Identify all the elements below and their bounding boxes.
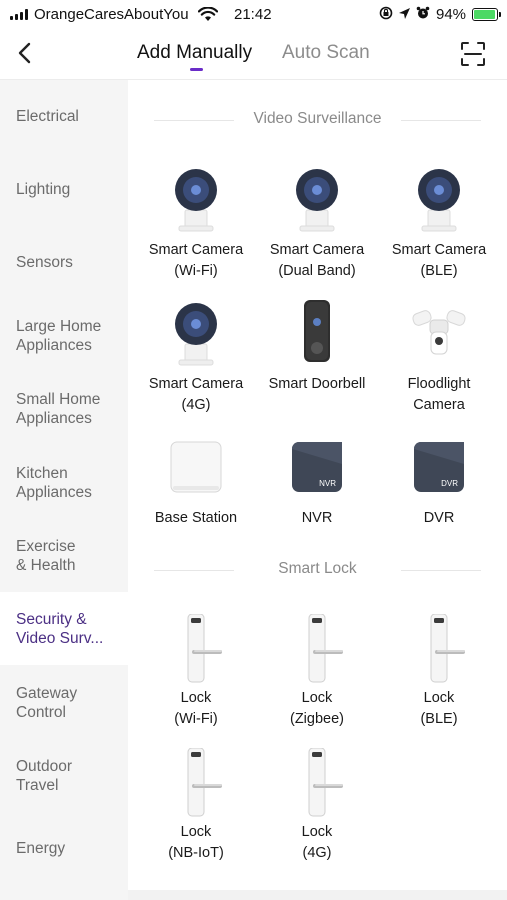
sidebar-item-label: Gateway Control <box>16 684 78 721</box>
device-floodlight-camera[interactable]: Floodlight Camera <box>377 300 501 416</box>
wifi-icon <box>198 7 218 21</box>
device-label: NVR <box>301 510 333 526</box>
lock-icon <box>282 613 352 684</box>
device-base-station[interactable]: Base Station <box>134 434 258 529</box>
sidebar-item-exercise-health[interactable]: Exercise & Health <box>0 519 128 592</box>
lock-icon <box>404 613 474 684</box>
device-label: Smart Doorbell <box>268 376 366 392</box>
device-label: Floodlight Camera <box>407 376 471 413</box>
device-label: Smart Camera (4G) <box>148 376 244 413</box>
sidebar-item-label: Security & Video Surv... <box>16 610 104 647</box>
device-smart-doorbell[interactable]: Smart Doorbell <box>255 300 379 395</box>
status-bar: OrangeCaresAboutYou 21:42 94% <box>0 0 507 30</box>
device-lock-4g[interactable]: Lock (4G) <box>255 747 379 864</box>
section-title-video-surveillance: Video Surveillance <box>128 110 507 128</box>
sidebar-item-gateway-control[interactable]: Gateway Control <box>0 666 128 739</box>
sidebar-item-label: Small Home Appliances <box>16 390 101 427</box>
sidebar-item-label: Electrical <box>16 108 79 125</box>
lock-icon <box>161 613 231 684</box>
device-label: Lock (BLE) <box>420 690 458 727</box>
device-smart-camera-4g[interactable]: Smart Camera (4G) <box>134 300 258 416</box>
active-tab-indicator <box>190 68 203 71</box>
nvr-icon: NVR <box>282 434 352 504</box>
sidebar-item-outdoor-travel[interactable]: Outdoor Travel <box>0 739 128 812</box>
floodlight-camera-icon <box>404 300 474 370</box>
lock-icon <box>161 747 231 818</box>
sidebar-item-label: Kitchen Appliances <box>16 464 92 501</box>
sidebar-item-kitchen-appliances[interactable]: Kitchen Appliances <box>0 446 128 519</box>
device-smart-camera-wifi[interactable]: Smart Camera (Wi-Fi) <box>134 166 258 282</box>
chevron-left-icon[interactable] <box>14 40 38 66</box>
sidebar-item-label: Outdoor Travel <box>16 757 73 794</box>
nvr-badge: NVR <box>319 479 336 488</box>
device-dvr[interactable]: DVR DVR <box>377 434 501 529</box>
device-label: Smart Camera (Wi-Fi) <box>148 242 244 279</box>
device-label: Lock (4G) <box>301 824 333 861</box>
device-label: DVR <box>423 510 455 526</box>
clock-time: 21:42 <box>234 6 272 23</box>
lock-icon <box>282 747 352 818</box>
sidebar-item-energy[interactable]: Energy <box>0 812 128 885</box>
battery-percent: 94% <box>436 6 467 23</box>
sidebar-item-security-video[interactable]: Security & Video Surv... <box>0 592 128 665</box>
device-lock-wifi[interactable]: Lock (Wi-Fi) <box>134 613 258 730</box>
doorbell-icon <box>282 300 352 370</box>
base-station-icon <box>161 434 231 504</box>
carrier-name: OrangeCaresAboutYou <box>34 6 189 23</box>
device-smart-camera-dual-band[interactable]: Smart Camera (Dual Band) <box>255 166 379 282</box>
device-nvr[interactable]: NVR NVR <box>255 434 379 529</box>
tab-auto-scan[interactable]: Auto Scan <box>282 42 370 64</box>
device-label: Smart Camera (BLE) <box>391 242 487 279</box>
camera-icon <box>161 166 231 236</box>
sidebar-item-large-home-appliances[interactable]: Large Home Appliances <box>0 299 128 372</box>
camera-icon <box>282 166 352 236</box>
device-label: Base Station <box>154 510 238 526</box>
sidebar-item-label: Sensors <box>16 254 73 271</box>
sidebar-item-electrical[interactable]: Electrical <box>0 80 128 153</box>
screen-lock-icon <box>379 6 393 20</box>
scan-frame-icon[interactable] <box>459 40 487 68</box>
device-label: Smart Camera (Dual Band) <box>269 242 365 279</box>
sidebar-item-label: Exercise & Health <box>16 537 76 574</box>
alarm-icon <box>416 6 430 19</box>
camera-icon <box>404 166 474 236</box>
sidebar-item-sensors[interactable]: Sensors <box>0 226 128 299</box>
section-title-smart-lock: Smart Lock <box>128 560 507 578</box>
device-label: Lock (Zigbee) <box>290 690 344 727</box>
device-label: Lock (NB-IoT) <box>168 824 224 861</box>
sidebar-item-label: Large Home Appliances <box>16 317 102 354</box>
sidebar-item-small-home-appliances[interactable]: Small Home Appliances <box>0 372 128 445</box>
top-nav: Add Manually Auto Scan <box>0 30 507 80</box>
sidebar-item-lighting[interactable]: Lighting <box>0 153 128 226</box>
device-smart-camera-ble[interactable]: Smart Camera (BLE) <box>377 166 501 282</box>
battery-icon <box>472 8 501 21</box>
device-lock-zigbee[interactable]: Lock (Zigbee) <box>255 613 379 730</box>
device-lock-nb-iot[interactable]: Lock (NB-IoT) <box>134 747 258 864</box>
sidebar-item-label: Lighting <box>16 181 71 198</box>
device-lock-ble[interactable]: Lock (BLE) <box>377 613 501 730</box>
camera-icon <box>161 300 231 370</box>
location-icon <box>399 7 410 19</box>
dvr-icon: DVR <box>404 434 474 504</box>
sidebar-item-label: Energy <box>16 840 66 857</box>
tab-add-manually[interactable]: Add Manually <box>137 42 252 64</box>
signal-icon <box>10 9 28 20</box>
dvr-badge: DVR <box>441 479 458 488</box>
device-label: Lock (Wi-Fi) <box>174 690 218 727</box>
device-catalog: Video Surveillance Smart Camera (Wi-Fi) … <box>128 80 507 900</box>
category-sidebar: Electrical Lighting Sensors Large Home A… <box>0 80 128 900</box>
bottom-edge <box>128 890 507 900</box>
